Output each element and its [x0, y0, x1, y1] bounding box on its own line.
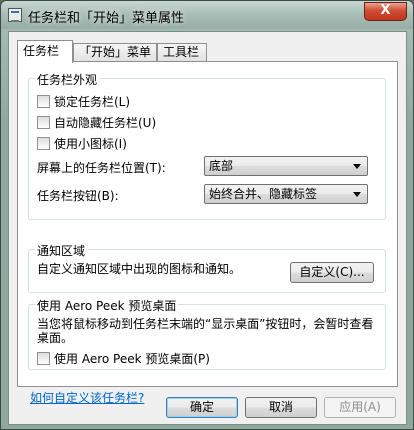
buttons-label: 任务栏按钮(B):: [37, 189, 119, 203]
apply-button[interactable]: 应用(A): [324, 397, 396, 418]
window-title: 任务栏和「开始」菜单属性: [28, 11, 185, 26]
aero-peek-row[interactable]: 使用 Aero Peek 预览桌面(P): [37, 350, 210, 367]
group-notification-area: 通知区域 自定义通知区域中出现的图标和通知。 自定义(C)...: [28, 242, 386, 293]
customize-button[interactable]: 自定义(C)...: [290, 262, 374, 283]
aero-peek-description: 当您将鼠标移动到任务栏末端的“显示桌面”按钮时，会暂时查看桌面。: [37, 317, 374, 345]
close-button[interactable]: X: [364, 2, 407, 21]
lock-taskbar-row[interactable]: 锁定任务栏(L): [37, 93, 130, 110]
tab-toolbars[interactable]: 工具栏: [157, 43, 207, 62]
help-link[interactable]: 如何自定义该任务栏?: [30, 389, 144, 406]
small-icons-row[interactable]: 使用小图标(I): [37, 135, 127, 152]
group-title-aero-peek: 使用 Aero Peek 预览桌面: [35, 297, 179, 314]
autohide-checkbox[interactable]: [37, 116, 50, 129]
title-bar[interactable]: 任务栏和「开始」菜单属性 X: [1, 1, 413, 29]
location-label: 屏幕上的任务栏位置(T):: [37, 161, 166, 175]
aero-peek-label: 使用 Aero Peek 预览桌面(P): [54, 352, 210, 366]
lock-taskbar-label: 锁定任务栏(L): [54, 95, 131, 109]
location-dropdown[interactable]: 底部: [204, 156, 368, 176]
buttons-dropdown[interactable]: 始终合并、隐藏标签: [204, 184, 368, 204]
cancel-button[interactable]: 取消: [245, 397, 317, 418]
notification-description: 自定义通知区域中出现的图标和通知。: [37, 262, 242, 276]
chevron-down-icon: [353, 164, 361, 169]
tab-page-taskbar: 任务栏外观 锁定任务栏(L) 自动隐藏任务栏(U) 使用小图标(I) 屏幕上的任…: [17, 61, 398, 405]
group-taskbar-appearance: 任务栏外观 锁定任务栏(L) 自动隐藏任务栏(U) 使用小图标(I) 屏幕上的任…: [28, 71, 386, 220]
aero-peek-checkbox[interactable]: [37, 352, 50, 365]
location-value: 底部: [209, 159, 234, 173]
tab-taskbar[interactable]: 任务栏: [17, 40, 73, 63]
autohide-row[interactable]: 自动隐藏任务栏(U): [37, 114, 156, 131]
small-icons-label: 使用小图标(I): [54, 137, 127, 151]
buttons-value: 始终合并、隐藏标签: [209, 187, 318, 201]
ok-button[interactable]: 确定: [166, 397, 238, 418]
taskbar-app-icon: [8, 8, 22, 22]
small-icons-checkbox[interactable]: [37, 137, 50, 150]
lock-taskbar-checkbox[interactable]: [37, 95, 50, 108]
group-aero-peek: 使用 Aero Peek 预览桌面 当您将鼠标移动到任务栏末端的“显示桌面”按钮…: [28, 297, 386, 370]
group-title-appearance: 任务栏外观: [35, 71, 100, 88]
dialog-body: 任务栏 「开始」菜单 工具栏 任务栏外观 锁定任务栏(L) 自动隐藏任务栏(U)…: [8, 31, 407, 425]
tab-start-menu[interactable]: 「开始」菜单: [73, 43, 157, 62]
properties-window: 任务栏和「开始」菜单属性 X 任务栏 「开始」菜单 工具栏 任务栏外观 锁定任务…: [0, 0, 414, 430]
chevron-down-icon: [353, 192, 361, 197]
autohide-label: 自动隐藏任务栏(U): [54, 116, 157, 130]
group-title-notification: 通知区域: [35, 242, 88, 259]
